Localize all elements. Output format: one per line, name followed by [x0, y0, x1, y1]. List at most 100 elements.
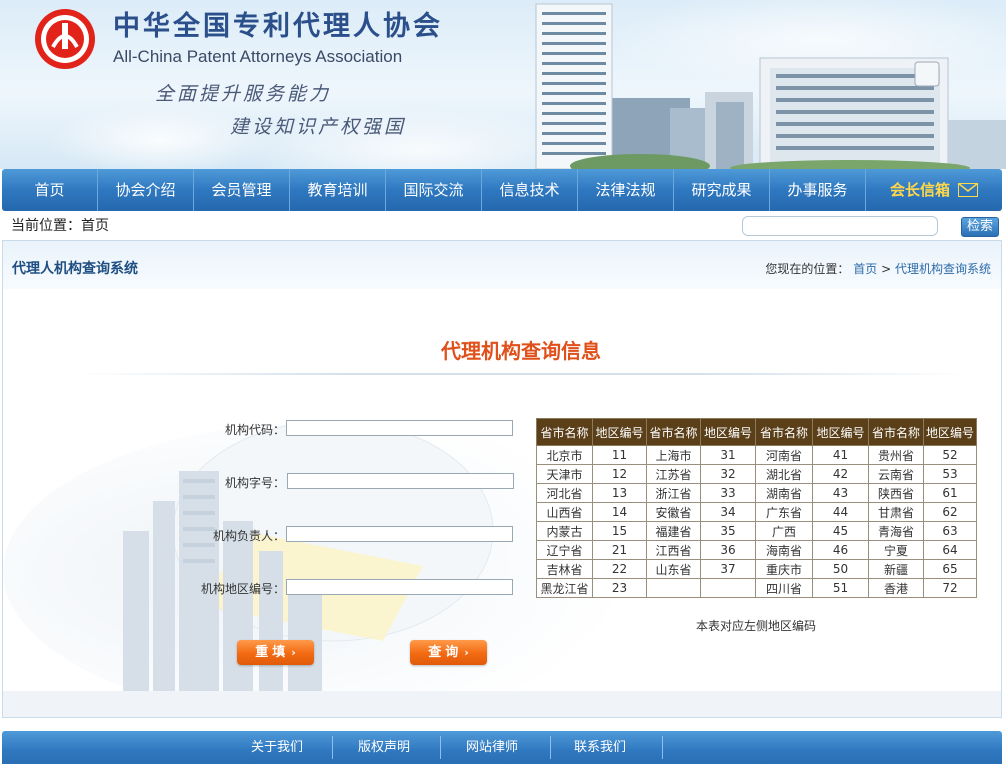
- submit-label: 查询: [428, 645, 463, 660]
- column-header: 地区编号: [812, 418, 869, 446]
- region-code-cell: 23: [592, 578, 647, 598]
- region-code-table: 省市名称 地区编号 省市名称 地区编号 省市名称 地区编号 省市名称 地区编号 …: [536, 418, 978, 598]
- province-name-cell: 福建省: [646, 521, 701, 541]
- system-title: 代理人机构查询系统: [12, 261, 138, 277]
- nav-international-exchange[interactable]: 国际交流: [386, 169, 482, 211]
- region-code-cell: 34: [700, 502, 756, 522]
- province-name-cell: 浙江省: [646, 483, 701, 503]
- nav-information-technology[interactable]: 信息技术: [482, 169, 578, 211]
- search-button[interactable]: 检索: [961, 217, 999, 237]
- region-code-cell: 33: [700, 483, 756, 503]
- table-row: 山西省 14 安徽省 34 广东省 44 甘肃省 62: [536, 502, 978, 522]
- column-header: 省市名称: [646, 418, 701, 446]
- region-code-cell: 31: [700, 445, 756, 465]
- province-name-cell: 黑龙江省: [536, 578, 593, 598]
- current-location: 当前位置：首页: [11, 218, 109, 234]
- table-row: 河北省 13 浙江省 33 湖南省 43 陕西省 61: [536, 483, 978, 503]
- column-header: 省市名称: [755, 418, 813, 446]
- region-code-cell: 63: [922, 521, 978, 541]
- footer-contact-link[interactable]: 联系我们: [550, 731, 650, 764]
- arrow-right-icon: ›: [464, 646, 469, 659]
- slogan-line-1: 全面提升服务能力: [155, 83, 332, 105]
- province-name-cell: 安徽省: [646, 502, 701, 522]
- region-code-cell: 51: [812, 578, 869, 598]
- org-region-label: 机构地区编号：: [200, 582, 285, 596]
- query-panel: 代理人机构查询系统 您现在的位置： 首页 > 代理机构查询系统 代理机构查询信息…: [2, 240, 1002, 718]
- site-title-cn: 中华全国专利代理人协会: [113, 11, 443, 42]
- nav-member-management[interactable]: 会员管理: [194, 169, 290, 211]
- province-name-cell: 河北省: [536, 483, 593, 503]
- footer-divider: [440, 736, 441, 759]
- org-code-input[interactable]: [286, 420, 513, 436]
- region-code-cell: 11: [592, 445, 647, 465]
- slogan-line-2: 建设知识产权强国: [230, 116, 407, 138]
- nav-laws-regulations[interactable]: 法律法规: [578, 169, 674, 211]
- region-code-cell: 52: [922, 445, 978, 465]
- org-code-label: 机构代码：: [224, 423, 285, 437]
- search-input[interactable]: [742, 216, 938, 236]
- region-code-cell: 65: [922, 559, 978, 579]
- region-code-cell: 32: [700, 464, 756, 484]
- province-name-cell: 新疆: [868, 559, 924, 579]
- region-code-cell: 46: [812, 540, 869, 560]
- province-name-cell: 江西省: [646, 540, 701, 560]
- column-header: 地区编号: [700, 418, 756, 446]
- region-code-cell: 64: [922, 540, 978, 560]
- nav-services[interactable]: 办事服务: [770, 169, 866, 211]
- province-name-cell: 辽宁省: [536, 540, 593, 560]
- footer-lawyer-link[interactable]: 网站律师: [442, 731, 542, 764]
- nav-education-training[interactable]: 教育培训: [290, 169, 386, 211]
- reset-button[interactable]: 重填 ›: [237, 640, 314, 665]
- province-name-cell: 香港: [868, 578, 924, 598]
- breadcrumb-home-link[interactable]: 首页: [853, 262, 877, 276]
- nav-home[interactable]: 首页: [2, 169, 98, 211]
- province-name-cell: 上海市: [646, 445, 701, 465]
- region-code-cell: 61: [922, 483, 978, 503]
- table-row: 黑龙江省 23 四川省 51 香港 72: [536, 578, 978, 598]
- region-code-cell: 22: [592, 559, 647, 579]
- region-code-cell: 41: [812, 445, 869, 465]
- province-name-cell: 河南省: [755, 445, 813, 465]
- table-row: 内蒙古 15 福建省 35 广西 45 青海省 63: [536, 521, 978, 541]
- province-name-cell: 青海省: [868, 521, 924, 541]
- breadcrumb: 您现在的位置： 首页 > 代理机构查询系统: [765, 260, 991, 277]
- nav-about-association[interactable]: 协会介绍: [98, 169, 194, 211]
- region-code-cell: 15: [592, 521, 647, 541]
- region-code-cell: [700, 578, 756, 598]
- table-row: 天津市 12 江苏省 32 湖北省 42 云南省 53: [536, 464, 978, 484]
- city-skyline-illustration: [535, 3, 1006, 169]
- association-logo-icon[interactable]: [32, 7, 98, 71]
- org-name-input[interactable]: [287, 473, 514, 489]
- region-code-cell: 42: [812, 464, 869, 484]
- province-name-cell: 内蒙古: [536, 521, 593, 541]
- arrow-right-icon: ›: [291, 646, 296, 659]
- table-body: 北京市 11 上海市 31 河南省 41 贵州省 52 天津市 12 江苏省 32 湖北省 42 云南省 53…: [536, 445, 978, 598]
- province-name-cell: 吉林省: [536, 559, 593, 579]
- table-note: 本表对应左侧地区编码: [696, 619, 817, 633]
- footer-copyright-link[interactable]: 版权声明: [334, 731, 434, 764]
- mail-icon: [958, 183, 978, 197]
- table-row: 北京市 11 上海市 31 河南省 41 贵州省 52: [536, 445, 978, 465]
- footer-about-link[interactable]: 关于我们: [227, 731, 327, 764]
- nav-research-results[interactable]: 研究成果: [674, 169, 770, 211]
- submit-button[interactable]: 查询 ›: [410, 640, 487, 665]
- province-name-cell: 湖北省: [755, 464, 813, 484]
- breadcrumb-prefix: 您现在的位置：: [765, 262, 850, 276]
- province-name-cell: [646, 578, 701, 598]
- province-name-cell: 重庆市: [755, 559, 813, 579]
- province-name-cell: 云南省: [868, 464, 924, 484]
- province-name-cell: 宁夏: [868, 540, 924, 560]
- province-name-cell: 江苏省: [646, 464, 701, 484]
- region-code-cell: 35: [700, 521, 756, 541]
- mailbox-label: 会长信箱: [889, 181, 950, 199]
- org-head-input[interactable]: [286, 526, 513, 542]
- province-name-cell: 天津市: [536, 464, 593, 484]
- region-code-cell: 72: [922, 578, 978, 598]
- org-region-input[interactable]: [286, 579, 513, 595]
- region-code-cell: 14: [592, 502, 647, 522]
- breadcrumb-current-link[interactable]: 代理机构查询系统: [895, 262, 991, 276]
- region-code-cell: 13: [592, 483, 647, 503]
- org-head-label: 机构负责人：: [212, 529, 285, 543]
- nav-president-mailbox[interactable]: 会长信箱: [866, 169, 1002, 211]
- province-name-cell: 山西省: [536, 502, 593, 522]
